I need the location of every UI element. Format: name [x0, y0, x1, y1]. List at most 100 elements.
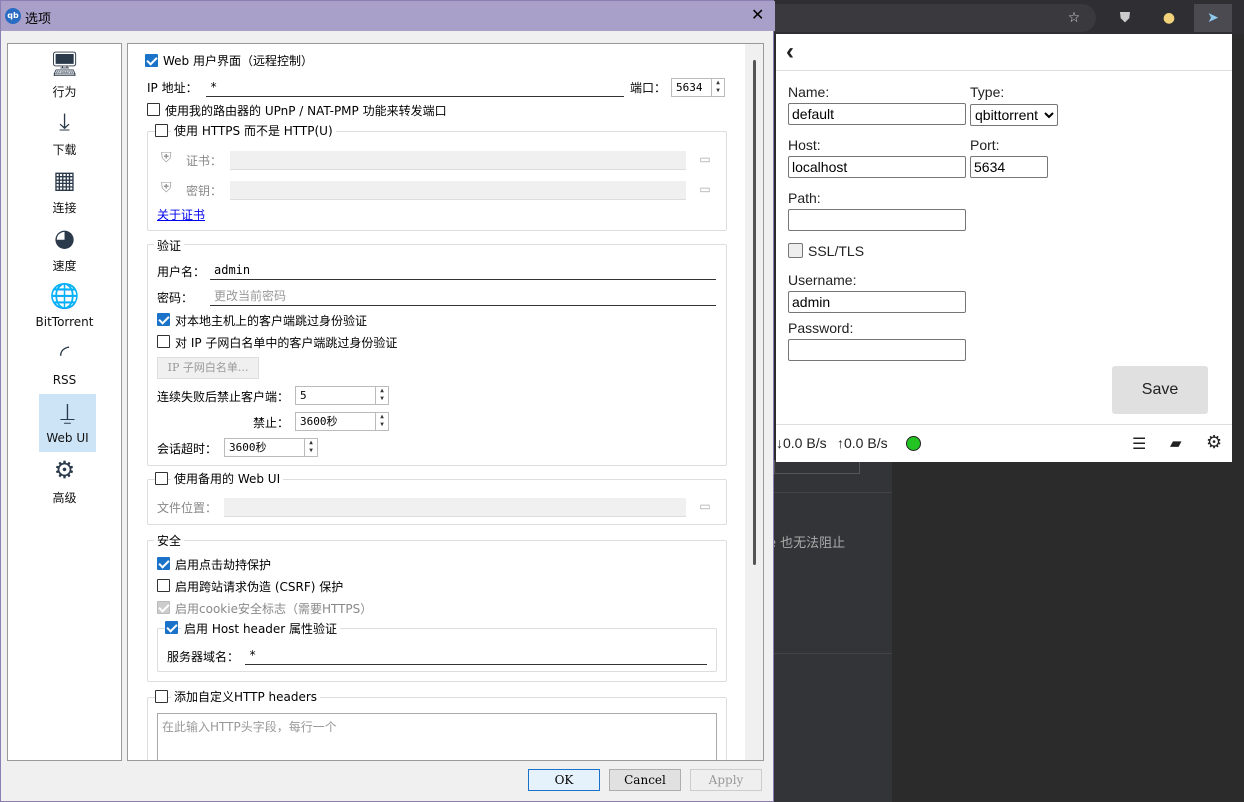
csrf-checkbox[interactable] — [157, 579, 170, 592]
close-icon[interactable]: ✕ — [751, 5, 764, 24]
upload-speed: ↑0.0 B/s — [837, 435, 888, 451]
name-label: Name: — [788, 84, 830, 100]
background-text: e 也无法阻止 — [768, 536, 846, 551]
subnet-whitelist-button: IP 子网白名单... — [157, 357, 259, 379]
spin-arrows-icon[interactable]: ▲ ▼ — [304, 439, 317, 456]
folder-icon: ▭ — [699, 499, 711, 513]
rss-icon: ◜ — [59, 340, 70, 368]
cert-label: 证书： — [186, 154, 223, 168]
ban-after-label: 连续失败后禁止客户端： — [157, 390, 290, 404]
network-icon: ▦ — [53, 166, 76, 194]
ssl-checkbox[interactable] — [788, 243, 803, 258]
password-input[interactable] — [788, 339, 966, 361]
clickjacking-checkbox[interactable] — [157, 557, 170, 570]
scrollbar[interactable] — [745, 44, 763, 760]
star-add-icon[interactable]: ☆ — [1064, 8, 1084, 28]
divider — [776, 424, 1232, 425]
password-label: Password: — [788, 320, 854, 336]
webui-settings-panel: Web 用户界面（远程控制） IP 地址： * 端口： 5634 ▲ ▼ 使用我的路… — [127, 43, 764, 761]
nav-item-downloads[interactable]: ⤓ 下载 — [8, 104, 121, 162]
spin-arrows-icon[interactable]: ▲ ▼ — [375, 413, 388, 430]
nav-item-bittorrent[interactable]: 🌐 BitTorrent — [8, 278, 121, 336]
divider — [774, 492, 892, 493]
gear-icon[interactable]: ⚙ — [1206, 432, 1222, 453]
ban-after-spinbox[interactable]: 5 ▲ ▼ — [295, 386, 389, 405]
options-dialog: qb 选项 ✕ 🖥 行为 ⤓ 下载 ▦ 连接 ◕ 速度 🌐 BitTorrent ◜ RSS… — [0, 0, 775, 802]
key-label: 密钥： — [186, 184, 223, 198]
scrollbar-thumb[interactable] — [753, 60, 756, 565]
port-spinbox[interactable]: 5634 ▲ ▼ — [671, 78, 725, 97]
path-input[interactable] — [788, 209, 966, 231]
name-input[interactable] — [788, 103, 966, 125]
https-checkbox[interactable] — [155, 124, 168, 137]
nav-item-speed[interactable]: ◕ 速度 — [8, 220, 121, 278]
extension-popup: ‹ Name: Type: qbittorrent Host: Port: Pa… — [776, 34, 1232, 462]
globe-gear-icon: 🌐 — [49, 282, 80, 310]
send-icon[interactable]: ➤ — [1194, 4, 1232, 32]
port-label: 端口： — [630, 81, 667, 95]
https-label: 使用 HTTPS 而不是 HTTP(U) — [171, 122, 336, 139]
gears-icon: ⚙ — [53, 456, 76, 484]
type-select[interactable]: qbittorrent — [970, 104, 1058, 126]
host-label: Host: — [788, 137, 821, 153]
alt-webui-checkbox[interactable] — [155, 472, 168, 485]
host-header-checkbox[interactable] — [165, 621, 178, 634]
dialog-title: 选项 — [25, 12, 52, 27]
bypass-subnet-checkbox[interactable] — [157, 335, 170, 348]
session-timeout-spinbox[interactable]: 3600秒 ▲ ▼ — [224, 438, 318, 457]
bypass-local-checkbox[interactable] — [157, 313, 170, 326]
auth-title: 验证 — [154, 237, 185, 254]
cookie-secure-checkbox — [157, 601, 170, 614]
nav-item-behavior[interactable]: 🖥 行为 — [8, 46, 121, 104]
file-location-label: 文件位置： — [157, 501, 218, 515]
custom-headers-label: 添加自定义HTTP headers — [171, 688, 321, 705]
custom-headers-checkbox[interactable] — [155, 690, 168, 703]
back-arrow-icon[interactable]: ‹ — [786, 40, 794, 64]
ok-button[interactable]: OK — [528, 769, 600, 791]
ip-label: IP 地址： — [147, 81, 198, 95]
cookie-secure-label: 启用cookie安全标志（需要HTTPS） — [175, 602, 373, 616]
webui-icon: ⍊ — [60, 398, 75, 426]
circle-icon[interactable]: ● — [1159, 8, 1179, 28]
ban-duration-spinbox[interactable]: 3600秒 ▲ ▼ — [295, 412, 389, 431]
username-input[interactable] — [788, 291, 966, 313]
save-button[interactable]: Save — [1112, 366, 1208, 414]
divider — [776, 70, 1232, 71]
add-torrent-icon[interactable]: ▰ — [1170, 434, 1182, 452]
username-input[interactable]: admin — [210, 261, 716, 280]
upnp-checkbox[interactable] — [147, 103, 160, 116]
nav-item-advanced[interactable]: ⚙ 高级 — [8, 452, 121, 510]
server-domains-label: 服务器域名： — [167, 650, 240, 664]
ban-label: 禁止： — [253, 416, 290, 430]
list-clear-icon[interactable]: ☰ — [1132, 434, 1146, 454]
title-bar: qb 选项 ✕ — [1, 1, 775, 31]
nav-item-rss[interactable]: ◜ RSS — [8, 336, 121, 394]
ip-address-input[interactable]: * — [206, 78, 624, 97]
csrf-label: 启用跨站请求伪造 (CSRF) 保护 — [175, 580, 344, 594]
spin-arrows-icon[interactable]: ▲ ▼ — [375, 387, 388, 404]
download-speed: ↓0.0 B/s — [776, 435, 827, 451]
port-label: Port: — [970, 137, 1000, 153]
spin-arrows-icon[interactable]: ▲ ▼ — [711, 79, 724, 96]
speedometer-icon: ◕ — [54, 224, 75, 252]
alt-webui-label: 使用备用的 Web UI — [171, 470, 284, 487]
cancel-button[interactable]: Cancel — [609, 769, 681, 791]
file-location-input — [224, 498, 686, 517]
monitor-gear-icon: 🖥 — [49, 50, 80, 78]
address-bar[interactable] — [774, 4, 1096, 32]
nav-item-connection[interactable]: ▦ 连接 — [8, 162, 121, 220]
cert-info-link[interactable]: 关于证书 — [157, 206, 205, 223]
nav-item-webui[interactable]: ⍊ Web UI — [39, 394, 96, 452]
port-input[interactable] — [970, 156, 1048, 178]
ssl-label: SSL/TLS — [808, 243, 865, 259]
username-label: Username: — [788, 272, 857, 288]
upnp-label: 使用我的路由器的 UPnP / NAT-PMP 功能来转发端口 — [165, 104, 447, 118]
host-input[interactable] — [788, 156, 966, 178]
shield-icon[interactable]: ⛊ — [1115, 8, 1135, 28]
webui-enable-label: Web 用户界面（远程控制） — [163, 54, 313, 68]
server-domains-input[interactable]: * — [245, 646, 707, 665]
host-header-label: 启用 Host header 属性验证 — [181, 620, 341, 637]
background-column — [774, 460, 892, 802]
webui-enable-checkbox[interactable] — [145, 54, 158, 67]
password-input[interactable]: 更改当前密码 — [210, 287, 716, 306]
